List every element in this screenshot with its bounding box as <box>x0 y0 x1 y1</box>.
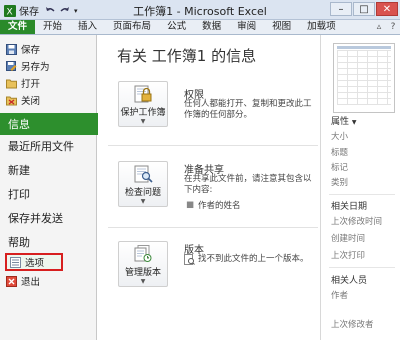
tab-formulas[interactable]: 公式 <box>159 20 194 34</box>
workbook-thumbnail <box>333 43 395 113</box>
list-item: ■ 作者的姓名 <box>186 199 241 211</box>
tab-add-ins[interactable]: 加载项 <box>299 20 344 34</box>
check-for-issues-label: 检查问题 <box>124 188 161 198</box>
save-as-icon <box>6 60 17 71</box>
nav-save[interactable]: 保存 <box>6 41 40 57</box>
date-last-printed: 上次打印 <box>331 251 366 261</box>
exit-icon <box>6 275 17 287</box>
permissions-desc: 任何人都能打开、复制和更改此工作簿的任何部分。 <box>184 99 312 120</box>
options-icon <box>10 256 21 268</box>
tab-file[interactable]: 文件 <box>0 20 36 34</box>
lock-key-icon <box>134 85 152 103</box>
nav-save-as[interactable]: 另存为 <box>6 58 50 74</box>
close-icon[interactable]: ✕ <box>376 2 398 16</box>
author-name-item: 作者的姓名 <box>198 201 241 211</box>
nav-close[interactable]: 关闭 <box>6 92 40 108</box>
ribbon-spacer <box>344 20 372 34</box>
help-icon[interactable]: ? <box>386 20 400 34</box>
nav-recent[interactable]: 最近所用文件 <box>0 135 97 157</box>
ribbon-tabs: 文件 开始 插入 页面布局 公式 数据 审阅 视图 加载项 ▵ ? <box>0 20 400 35</box>
property-category: 类别 <box>331 178 349 188</box>
nav-open-label: 打开 <box>21 79 41 90</box>
date-last-modified: 上次修改时间 <box>331 217 383 227</box>
section-divider <box>108 145 318 146</box>
minimize-icon[interactable]: – <box>330 2 352 16</box>
property-tags: 标记 <box>331 163 349 173</box>
minimize-ribbon-icon[interactable]: ▵ <box>372 20 386 34</box>
nav-info[interactable]: 信息 <box>0 113 108 135</box>
chevron-down-icon: ▼ <box>351 119 357 126</box>
nav-options[interactable]: 选项 <box>5 253 63 271</box>
tab-page-layout[interactable]: 页面布局 <box>105 20 159 34</box>
nav-exit[interactable]: 退出 <box>6 273 40 289</box>
date-created: 创建时间 <box>331 234 366 244</box>
tab-home[interactable]: 开始 <box>35 20 70 34</box>
nav-save-as-label: 另存为 <box>21 62 50 73</box>
thumbnail-header <box>337 46 391 49</box>
property-size: 大小 <box>331 132 349 142</box>
nav-open[interactable]: 打开 <box>6 75 40 91</box>
related-dates-header: 相关日期 <box>331 202 368 212</box>
nav-new[interactable]: 新建 <box>0 159 97 181</box>
nav-share[interactable]: 保存并发送 <box>0 207 97 229</box>
check-for-issues-button[interactable]: 检查问题 ▼ <box>118 161 168 207</box>
nav-exit-label: 退出 <box>21 277 41 288</box>
protect-workbook-button[interactable]: 保护工作簿 ▼ <box>118 81 168 127</box>
nav-close-label: 关闭 <box>21 96 41 107</box>
tab-view[interactable]: 视图 <box>264 20 299 34</box>
info-panel: 有关 工作簿1 的信息 保护工作簿 ▼ 权限 任何人都能打开、复制和更改此工作簿… <box>98 35 320 340</box>
versions-desc: 找不到此文件的上一个版本。 <box>198 254 309 264</box>
section-divider <box>108 227 318 228</box>
inspect-document-icon <box>134 165 153 183</box>
properties-divider <box>329 267 395 268</box>
related-people-header: 相关人员 <box>331 276 368 286</box>
nav-save-label: 保存 <box>21 45 41 56</box>
property-title: 标题 <box>331 148 349 158</box>
properties-divider <box>329 194 395 195</box>
chevron-down-icon: ▼ <box>140 278 146 285</box>
window-controls: – □ ✕ <box>330 2 398 16</box>
close-file-icon <box>6 96 17 105</box>
backstage-nav: 保存 另存为 打开 关闭 信息 最近所用文件 新建 打印 保存并发送 帮助 选项… <box>0 35 108 340</box>
protect-workbook-label: 保护工作簿 <box>120 108 166 118</box>
chevron-down-icon: ▼ <box>140 118 146 125</box>
page-title: 有关 工作簿1 的信息 <box>117 47 257 65</box>
versions-icon <box>134 245 152 262</box>
tab-data[interactable]: 数据 <box>194 20 229 34</box>
properties-label: 属性 <box>331 117 350 127</box>
tab-insert[interactable]: 插入 <box>70 20 105 34</box>
versions-note-icon <box>184 254 195 265</box>
bullet-icon: ■ <box>186 200 195 210</box>
prepare-sharing-desc: 在共享此文件前，请注意其包含以下内容: <box>184 174 312 195</box>
tab-review[interactable]: 审阅 <box>229 20 264 34</box>
thumbnail-grid <box>337 50 391 105</box>
manage-versions-label: 管理版本 <box>124 268 161 278</box>
properties-panel: 属性 ▼ 大小 标题 标记 类别 相关日期 上次修改时间 创建时间 上次打印 相… <box>320 35 400 340</box>
person-author: 作者 <box>331 291 349 301</box>
save-icon <box>6 43 17 55</box>
properties-header[interactable]: 属性 ▼ <box>331 114 357 127</box>
person-last-modified-by: 上次修改者 <box>331 320 374 330</box>
open-folder-icon <box>6 79 17 88</box>
manage-versions-button[interactable]: 管理版本 ▼ <box>118 241 168 287</box>
maximize-icon[interactable]: □ <box>353 2 375 16</box>
nav-help[interactable]: 帮助 <box>0 231 97 253</box>
chevron-down-icon: ▼ <box>140 198 146 205</box>
nav-print[interactable]: 打印 <box>0 183 97 205</box>
title-bar: X 保存 ▾ 工作簿1 - Microsoft Excel – □ ✕ <box>0 0 400 20</box>
nav-options-label: 选项 <box>25 258 45 269</box>
